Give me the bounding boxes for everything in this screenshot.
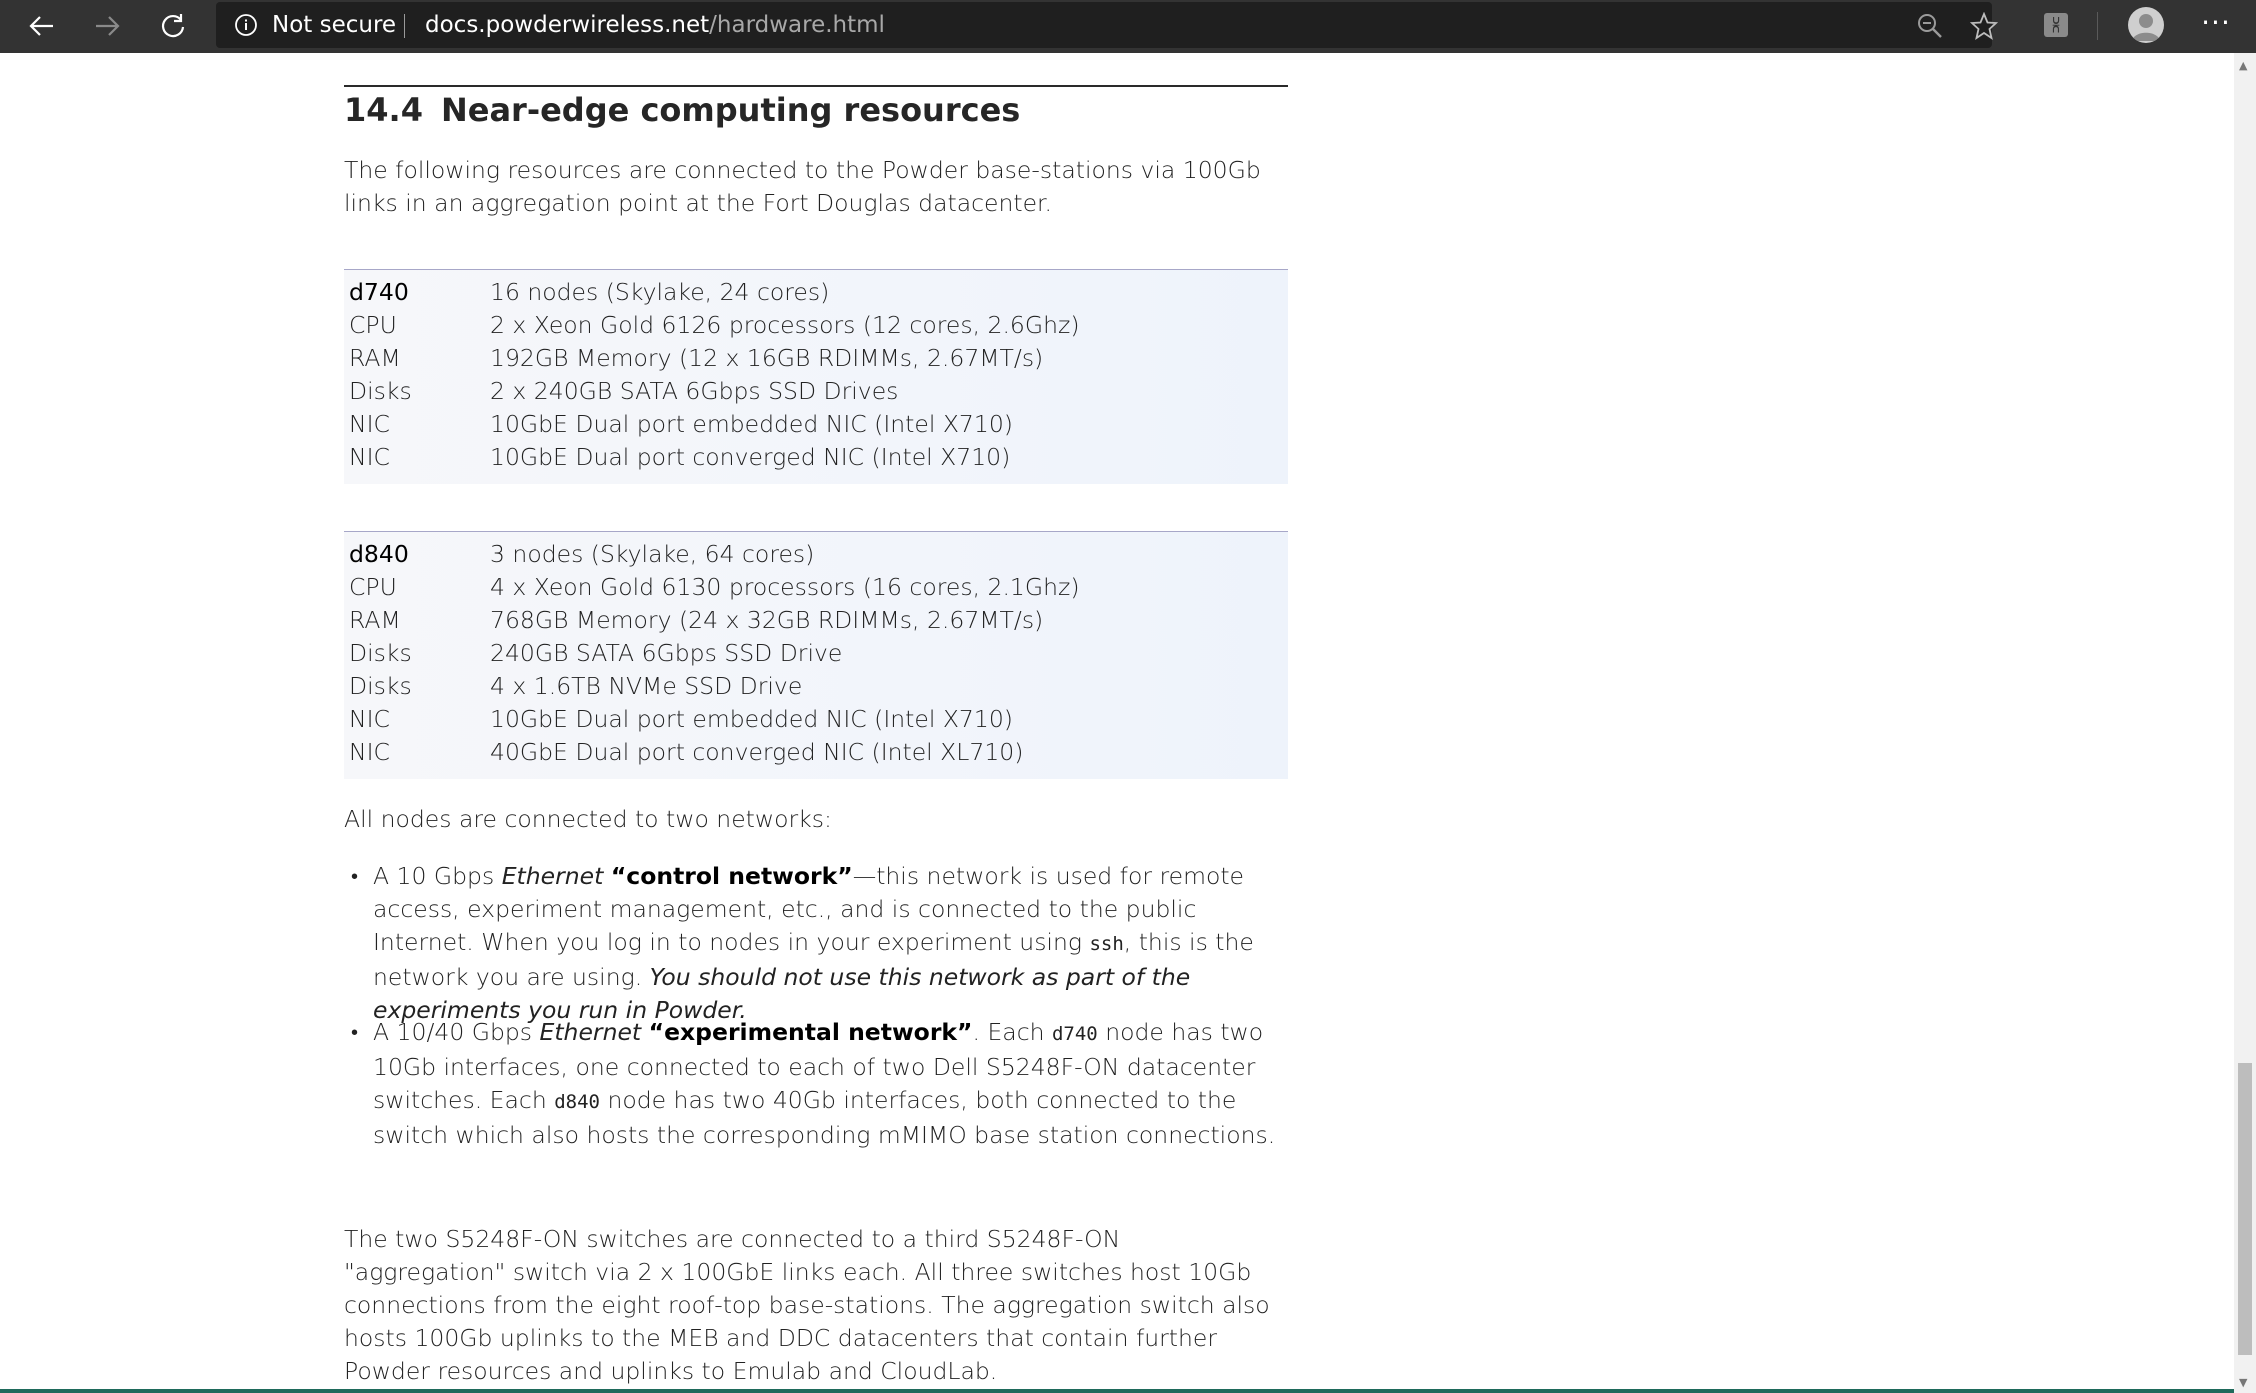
section-heading: 14.4 Near-edge computing resources bbox=[344, 91, 1020, 129]
spec-value: 2 x 240GB SATA 6Gbps SSD Drives bbox=[490, 377, 899, 405]
table-row: d740 16 nodes (Skylake, 24 cores) bbox=[344, 276, 1288, 309]
code-text: d840 bbox=[554, 1091, 600, 1113]
table-row: RAM 768GB Memory (24 x 32GB RDIMMs, 2.67M… bbox=[344, 604, 1288, 637]
spec-value: 4 x 1.6TB NVMe SSD Drive bbox=[490, 672, 803, 700]
spec-key: NIC bbox=[349, 705, 390, 733]
profile-icon bbox=[2132, 14, 2160, 41]
intro-paragraph: The following resources are connected to… bbox=[344, 156, 1261, 217]
back-button[interactable] bbox=[19, 4, 65, 48]
spec-key: NIC bbox=[349, 738, 390, 766]
networks-intro: All nodes are connected to two networks: bbox=[344, 805, 832, 833]
spec-value: 10GbE Dual port embedded NIC (Intel X710… bbox=[490, 410, 1013, 438]
emphasis-text: Ethernet bbox=[539, 1018, 642, 1046]
bullet-text: A 10 Gbps Ethernet “control network”—thi… bbox=[373, 860, 1288, 1027]
forward-icon bbox=[96, 16, 120, 36]
strong-text: “experimental network” bbox=[648, 1018, 973, 1046]
spec-key: CPU bbox=[349, 573, 397, 601]
browser-toolbar: Not secure docs.powderwireless.net/hardw… bbox=[0, 0, 2256, 53]
spec-key: RAM bbox=[349, 606, 401, 634]
text-run: A 10/40 Gbps bbox=[373, 1018, 540, 1046]
table-row: NIC 10GbE Dual port embedded NIC (Intel X… bbox=[344, 703, 1288, 736]
text-run: . Each bbox=[972, 1018, 1052, 1046]
bullet-icon: • bbox=[351, 1020, 359, 1044]
spec-key: Disks bbox=[349, 377, 412, 405]
table-row: NIC 10GbE Dual port embedded NIC (Intel X… bbox=[344, 408, 1288, 441]
url-text[interactable]: docs.powderwireless.net/hardware.html bbox=[425, 12, 885, 38]
table-row: NIC 40GbE Dual port converged NIC (Intel … bbox=[344, 736, 1288, 769]
spec-value: 3 nodes (Skylake, 64 cores) bbox=[490, 540, 815, 568]
vertical-scrollbar[interactable]: ▲ ▼ bbox=[2234, 53, 2256, 1393]
spec-key: RAM bbox=[349, 344, 401, 372]
table-row: Disks 2 x 240GB SATA 6Gbps SSD Drives bbox=[344, 375, 1288, 408]
closing-paragraph: The two S5248F-ON switches are connected… bbox=[344, 1225, 1270, 1385]
url-path: /hardware.html bbox=[709, 12, 885, 38]
code-text: ssh bbox=[1089, 933, 1124, 955]
node-type-name: d840 bbox=[349, 540, 409, 568]
refresh-icon bbox=[161, 14, 185, 38]
bullet-icon: • bbox=[351, 864, 359, 888]
spec-key: CPU bbox=[349, 311, 397, 339]
taskbar-edge bbox=[0, 1389, 2234, 1393]
spec-key: NIC bbox=[349, 410, 390, 438]
url-host: docs.powderwireless.net bbox=[425, 12, 710, 38]
forward-button[interactable] bbox=[84, 4, 130, 48]
table-row: Disks 4 x 1.6TB NVMe SSD Drive bbox=[344, 670, 1288, 703]
refresh-button[interactable] bbox=[150, 4, 196, 48]
spec-key: Disks bbox=[349, 639, 412, 667]
spec-key: Disks bbox=[349, 672, 412, 700]
toolbar-divider bbox=[2097, 12, 2098, 40]
security-label[interactable]: Not secure bbox=[272, 12, 396, 38]
bullet-text: A 10/40 Gbps Ethernet “experimental netw… bbox=[373, 1016, 1288, 1152]
scroll-thumb[interactable] bbox=[2238, 1063, 2252, 1355]
extension-icon[interactable]: ⩈ bbox=[2044, 13, 2068, 37]
table-row: Disks 240GB SATA 6Gbps SSD Drive bbox=[344, 637, 1288, 670]
back-icon bbox=[29, 16, 53, 36]
spec-value: 40GbE Dual port converged NIC (Intel XL7… bbox=[490, 738, 1024, 766]
section-divider bbox=[344, 85, 1288, 87]
spec-key: NIC bbox=[349, 443, 390, 471]
more-icon[interactable]: ··· bbox=[2196, 8, 2236, 44]
table-row: RAM 192GB Memory (12 x 16GB RDIMMs, 2.67M… bbox=[344, 342, 1288, 375]
scroll-down-icon[interactable]: ▼ bbox=[2239, 1376, 2247, 1389]
code-text: d740 bbox=[1051, 1023, 1098, 1045]
text-run: A 10 Gbps bbox=[373, 862, 502, 890]
spec-value: 4 x Xeon Gold 6130 processors (16 cores,… bbox=[490, 573, 1080, 601]
text-run bbox=[641, 1018, 648, 1046]
info-icon[interactable] bbox=[234, 13, 258, 37]
table-row: NIC 10GbE Dual port converged NIC (Intel … bbox=[344, 441, 1288, 474]
table-row: CPU 4 x Xeon Gold 6130 processors (16 cor… bbox=[344, 571, 1288, 604]
spec-value: 10GbE Dual port embedded NIC (Intel X710… bbox=[490, 705, 1013, 733]
address-bar[interactable]: Not secure docs.powderwireless.net/hardw… bbox=[216, 2, 1998, 48]
text-run bbox=[603, 862, 610, 890]
zoom-icon[interactable] bbox=[1916, 12, 1944, 40]
spec-table-d740: d740 16 nodes (Skylake, 24 cores) CPU 2 x … bbox=[344, 269, 1288, 484]
table-row: CPU 2 x Xeon Gold 6126 processors (12 cor… bbox=[344, 309, 1288, 342]
spec-value: 192GB Memory (12 x 16GB RDIMMs, 2.67MT/s… bbox=[490, 344, 1044, 372]
strong-text: “control network” bbox=[610, 862, 853, 890]
spec-value: 2 x Xeon Gold 6126 processors (12 cores,… bbox=[490, 311, 1080, 339]
section-number: 14.4 bbox=[344, 91, 423, 129]
spec-value: 16 nodes (Skylake, 24 cores) bbox=[490, 278, 830, 306]
table-row: d840 3 nodes (Skylake, 64 cores) bbox=[344, 538, 1288, 571]
section-title: Near-edge computing resources bbox=[440, 91, 1021, 129]
scroll-up-icon[interactable]: ▲ bbox=[2239, 59, 2247, 72]
spec-table-d840: d840 3 nodes (Skylake, 64 cores) CPU 4 x X… bbox=[344, 531, 1288, 779]
spec-value: 768GB Memory (24 x 32GB RDIMMs, 2.67MT/s… bbox=[490, 606, 1044, 634]
spec-value: 240GB SATA 6Gbps SSD Drive bbox=[490, 639, 843, 667]
address-divider bbox=[404, 14, 405, 38]
emphasis-text: Ethernet bbox=[501, 862, 604, 890]
star-icon[interactable] bbox=[1970, 12, 1998, 40]
node-type-name: d740 bbox=[349, 278, 409, 306]
avatar[interactable] bbox=[2128, 7, 2164, 43]
spec-value: 10GbE Dual port converged NIC (Intel X71… bbox=[490, 443, 1011, 471]
